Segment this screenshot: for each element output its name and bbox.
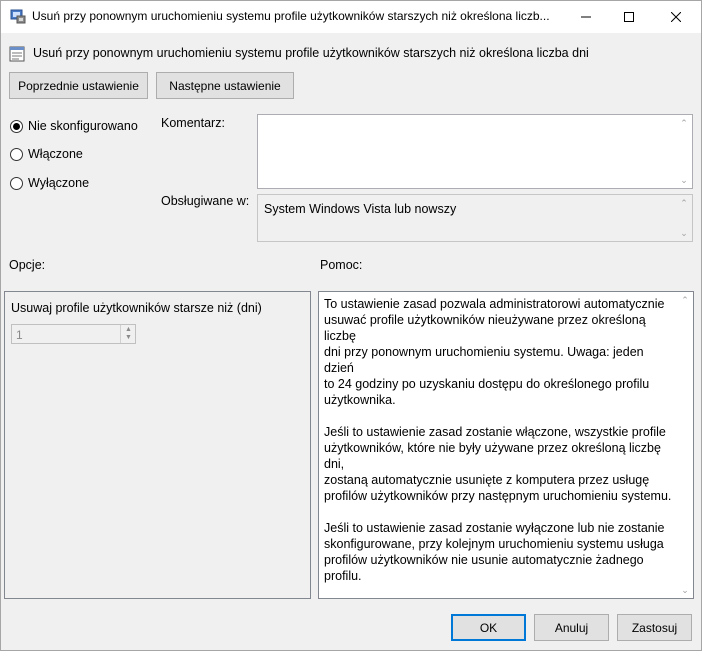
previous-setting-button[interactable]: Poprzednie ustawienie [9,72,148,99]
help-panel: To ustawienie zasad pozwala administrato… [318,291,694,599]
comment-field[interactable]: ⌃ ⌄ [257,114,693,189]
radio-enabled[interactable]: Włączone [10,147,83,161]
title-bar[interactable]: Usuń przy ponownym uruchomieniu systemu … [1,1,701,33]
help-text: To ustawienie zasad pozwala administrato… [324,296,676,600]
comment-scrollbar[interactable]: ⌃ ⌄ [676,115,692,188]
scroll-up-icon[interactable]: ⌃ [680,199,688,208]
supported-scrollbar[interactable]: ⌃ ⌄ [676,195,692,241]
radio-indicator[interactable] [10,176,23,190]
options-panel: Usuwaj profile użytkowników starsze niż … [4,291,311,599]
supported-on-value: System Windows Vista lub nowszy [264,202,457,216]
policy-icon [9,46,25,62]
scroll-down-icon[interactable]: ⌄ [681,586,689,595]
scroll-down-icon[interactable]: ⌄ [680,176,688,185]
radio-label: Włączone [28,147,83,161]
help-paragraph: To ustawienie zasad pozwala administrato… [324,297,665,407]
help-heading: Pomoc: [320,258,363,272]
help-paragraph: Jeśli to ustawienie zasad zostanie włącz… [324,425,672,503]
options-heading: Opcje: [9,258,46,272]
scroll-up-icon[interactable]: ⌃ [680,119,688,128]
scroll-up-icon[interactable]: ⌃ [681,296,689,305]
supported-on-field: System Windows Vista lub nowszy ⌃ ⌄ [257,194,693,242]
next-setting-button[interactable]: Następne ustawienie [156,72,294,99]
radio-label: Nie skonfigurowano [28,119,138,133]
scroll-down-icon[interactable]: ⌄ [680,229,688,238]
days-stepper[interactable]: 1 ▲ ▼ [11,324,136,344]
comment-label: Komentarz: [161,116,225,130]
close-button[interactable] [653,1,699,33]
radio-indicator[interactable] [10,147,23,161]
policy-dialog: Usuń przy ponownym uruchomieniu systemu … [0,0,702,651]
help-paragraph: Jeśli to ustawienie zasad zostanie wyłąc… [324,521,665,583]
radio-selected-indicator[interactable] [10,119,23,133]
apply-button[interactable]: Zastosuj [617,614,692,641]
stepper-down-icon[interactable]: ▼ [125,334,132,341]
days-value: 1 [16,328,23,342]
radio-label: Wyłączone [28,176,90,190]
policy-settings-icon [10,8,26,24]
window-title: Usuń przy ponownym uruchomieniu systemu … [32,9,550,23]
cancel-button[interactable]: Anuluj [534,614,609,641]
help-scrollbar[interactable]: ⌃ ⌄ [676,292,693,598]
maximize-button[interactable] [606,1,652,33]
radio-not-configured[interactable]: Nie skonfigurowano [10,119,138,133]
minimize-button[interactable] [563,1,609,33]
policy-title: Usuń przy ponownym uruchomieniu systemu … [33,46,589,60]
stepper-up-icon[interactable]: ▲ [125,326,132,333]
stepper-buttons[interactable]: ▲ ▼ [120,325,135,343]
supported-on-label: Obsługiwane w: [161,194,250,208]
radio-disabled[interactable]: Wyłączone [10,176,89,190]
days-field-label: Usuwaj profile użytkowników starsze niż … [11,301,262,315]
ok-button[interactable]: OK [451,614,526,641]
